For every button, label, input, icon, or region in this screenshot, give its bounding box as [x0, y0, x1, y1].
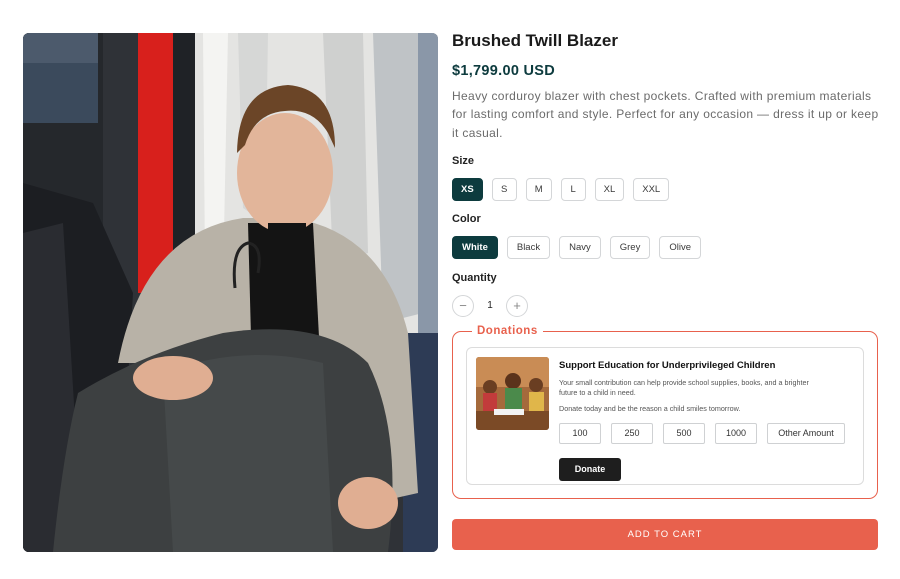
children-classroom-illustration: [476, 357, 549, 430]
donations-legend: Donations: [472, 324, 543, 338]
color-label: Color: [452, 212, 481, 225]
quantity-value[interactable]: 1: [474, 300, 506, 311]
product-info: Brushed Twill Blazer $1,799.00 USD Heavy…: [452, 30, 878, 317]
size-option-s[interactable]: S: [491, 177, 517, 201]
donations-box: Donations Support Education for Underpri…: [452, 324, 878, 499]
size-option-m[interactable]: M: [525, 177, 552, 201]
donation-image: [476, 357, 549, 430]
size-option-xl[interactable]: XL: [594, 177, 625, 201]
donation-title: Support Education for Underprivileged Ch…: [559, 360, 776, 371]
size-option-l[interactable]: L: [560, 177, 586, 201]
donation-description: Your small contribution can help provide…: [559, 378, 809, 398]
add-to-cart-button[interactable]: ADD TO CART: [452, 519, 878, 550]
product-description: Heavy corduroy blazer with chest pockets…: [452, 89, 879, 140]
product-price: $1,799.00 USD: [452, 63, 556, 79]
color-option-navy[interactable]: Navy: [559, 235, 601, 259]
quantity-increment-button[interactable]: +: [506, 294, 528, 317]
donation-amount-100[interactable]: 100: [559, 423, 601, 445]
donation-amount-other[interactable]: Other Amount: [767, 423, 845, 445]
donate-button[interactable]: Donate: [559, 458, 621, 482]
donation-amounts: 100 250 500 1000 Other Amount: [559, 423, 859, 445]
donation-amount-500[interactable]: 500: [663, 423, 705, 445]
quantity-decrement-button[interactable]: −: [452, 294, 474, 317]
donation-amount-1000[interactable]: 1000: [715, 423, 757, 445]
quantity-label: Quantity: [452, 271, 497, 284]
product-photo-illustration: [23, 33, 438, 552]
size-options: XS S M L XL XXL: [452, 177, 878, 201]
size-option-xxl[interactable]: XXL: [633, 177, 670, 201]
color-option-olive[interactable]: Olive: [659, 235, 701, 259]
color-option-black[interactable]: Black: [506, 235, 551, 259]
color-option-grey[interactable]: Grey: [609, 235, 651, 259]
donation-amount-250[interactable]: 250: [611, 423, 653, 445]
color-option-white[interactable]: White: [452, 235, 498, 259]
donation-card: Support Education for Underprivileged Ch…: [466, 347, 864, 485]
size-label: Size: [452, 154, 475, 167]
donation-card-body: Support Education for Underprivileged Ch…: [559, 360, 859, 482]
size-option-xs[interactable]: XS: [452, 177, 483, 201]
quantity-stepper: − 1 +: [452, 294, 878, 317]
donation-tagline: Donate today and be the reason a child s…: [559, 404, 741, 414]
product-image: [23, 33, 438, 552]
color-options: White Black Navy Grey Olive: [452, 235, 878, 259]
product-title: Brushed Twill Blazer: [452, 31, 618, 50]
